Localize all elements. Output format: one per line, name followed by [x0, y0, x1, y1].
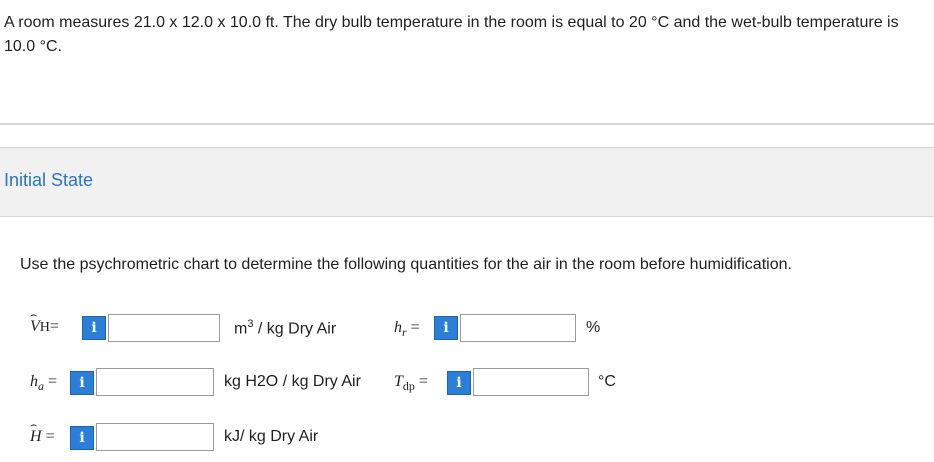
hr-unit: % [586, 319, 601, 336]
vh-unit: m3 / kg Dry Air [234, 318, 337, 338]
section-title: Initial State [4, 170, 94, 190]
h-unit: kJ/ kg Dry Air [224, 428, 319, 445]
divider [0, 123, 934, 125]
hr-input[interactable] [460, 314, 576, 342]
tdp-unit: °C [598, 373, 616, 390]
ha-info-icon[interactable]: i [70, 371, 94, 395]
tdp-label: Tdp = [394, 373, 428, 394]
tdp-input[interactable] [473, 368, 589, 396]
h-label: ⌢ H = [30, 419, 55, 445]
problem-statement: A room measures 21.0 x 12.0 x 10.0 ft. T… [4, 14, 899, 55]
hr-info-icon[interactable]: i [434, 316, 458, 340]
instruction-text: Use the psychrometric chart to determine… [20, 256, 792, 273]
ha-input[interactable] [96, 368, 214, 396]
tdp-info-icon[interactable]: i [447, 371, 471, 395]
h-input[interactable] [96, 423, 214, 451]
h-info-icon[interactable]: i [70, 426, 94, 450]
ha-label: ha = [30, 373, 58, 394]
hr-label: hr = [394, 319, 420, 340]
vh-input[interactable] [108, 314, 220, 342]
vh-label: ⌢ V H= [30, 309, 59, 335]
vh-info-icon[interactable]: i [82, 316, 106, 340]
section-header: Initial State [0, 147, 934, 217]
ha-unit: kg H2O / kg Dry Air [224, 373, 361, 390]
